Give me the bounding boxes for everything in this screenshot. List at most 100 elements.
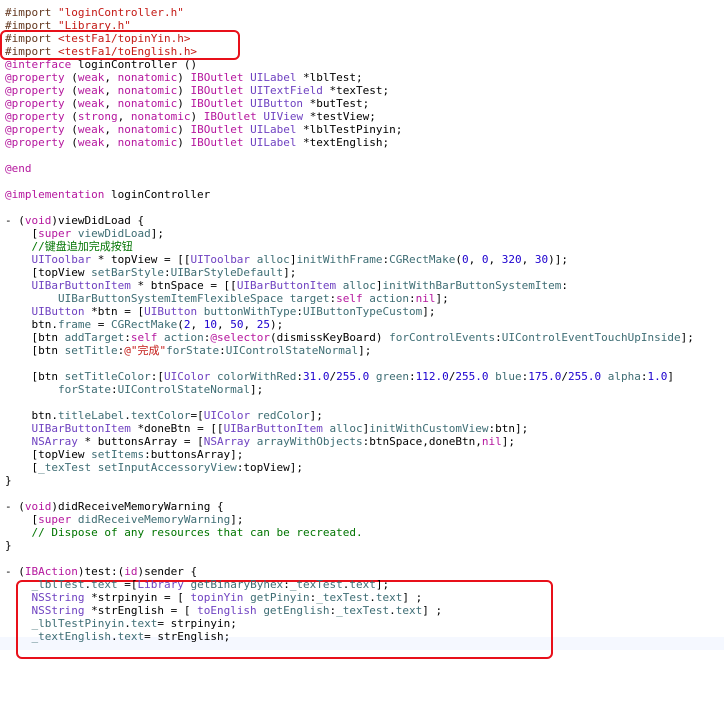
code-line[interactable]: //键盘追加完成按钮 [5,240,132,253]
code-token: ) [177,97,191,110]
code-line[interactable]: #import <testFa1/topinYin.h> [5,32,190,45]
code-token: ]; [358,344,372,357]
code-token: , [104,97,118,110]
code-token: [btn [5,370,65,383]
code-token: : [561,279,568,292]
code-line[interactable]: UIButton *btn = [UIButton buttonWithType… [5,305,436,318]
code-line[interactable]: - (void)viewDidLoad { [5,214,144,227]
code-line[interactable]: @property (weak, nonatomic) IBOutlet UIL… [5,71,363,84]
code-token: target [289,292,330,305]
code-line[interactable]: _textEnglish.text= strEnglish; [5,630,231,643]
code-line[interactable]: NSString *strEnglish = [ toEnglish getEn… [5,604,443,617]
code-line[interactable]: NSArray * buttonsArray = [NSArray arrayW… [5,435,516,448]
code-line[interactable]: UIBarButtonSystemItemFlexibleSpace targe… [5,292,449,305]
code-token: - ( [5,565,25,578]
code-token: , [216,318,231,331]
code-line[interactable]: @property (weak, nonatomic) IBOutlet UIL… [5,136,389,149]
code-line[interactable]: @property (strong, nonatomic) IBOutlet U… [5,110,376,123]
code-line[interactable]: @implementation loginController [5,188,210,201]
code-token: CGRectMake [110,318,178,331]
code-line[interactable]: } [5,474,12,487]
code-token: = strpinyin; [157,617,237,630]
code-token: nil [415,292,436,305]
code-line[interactable]: [super viewDidLoad]; [5,227,164,240]
code-token: 25 [256,318,270,331]
code-line[interactable]: _lblTestPinyin.text= strpinyin; [5,617,237,630]
code-line[interactable]: UIToolbar * topView = [[UIToolbar alloc]… [5,253,569,266]
code-token: text [117,630,145,643]
code-token: - ( [5,500,25,513]
code-line[interactable]: - (void)didReceiveMemoryWarning { [5,500,224,513]
code-token: initWithBarButtonSystemItem [382,279,562,292]
code-line[interactable]: UIBarButtonItem * btnSpace = [[UIBarButt… [5,279,568,292]
code-line[interactable]: [topView setBarStyle:UIBarStyleDefault]; [5,266,296,279]
code-line[interactable]: btn.titleLabel.textColor=[UIColor redCol… [5,409,322,422]
code-token: UIButton [31,305,85,318]
code-token: UIView [263,110,304,123]
code-token: 175.0 [528,370,562,383]
code-line[interactable]: [_texTest setInputAccessoryView:topView]… [5,461,303,474]
code-line[interactable]: NSString *strpinyin = [ topinYin getPiny… [5,591,423,604]
code-line[interactable]: @property (weak, nonatomic) IBOutlet UIL… [5,123,402,136]
code-token: _texTest [38,461,92,474]
code-token: // Dispose of any resources that can be … [5,526,363,539]
code-token: buttonWithType [203,305,297,318]
code-token: alpha [607,370,641,383]
code-token: #import [5,19,58,32]
code-token: @property [5,110,65,123]
code-token: setBarStyle [91,266,164,279]
code-token: @property [5,123,65,136]
code-line[interactable]: UIBarButtonItem *doneBtn = [[UIBarButton… [5,422,529,435]
code-line[interactable]: _lblTest.text =[Library getBinaryByhex:_… [5,578,390,591]
code-line[interactable]: @end [5,162,32,175]
code-token: loginController () [71,58,198,71]
code-token: UIButtonTypeCustom [303,305,423,318]
code-token: *btn = [ [84,305,145,318]
code-editor[interactable]: #import "loginController.h" #import "Libr… [0,0,724,714]
code-token: IBOutlet [190,123,244,136]
code-line[interactable]: #import "Library.h" [5,19,131,32]
code-token: , [104,84,118,97]
code-line[interactable]: forState:UIControlStateNormal]; [5,383,263,396]
code-token: , [521,253,535,266]
code-token: ) [177,123,191,136]
code-line[interactable]: btn.frame = CGRectMake(2, 10, 50, 25); [5,318,283,331]
code-token: weak [77,136,105,149]
code-token: getPinyin [250,591,310,604]
code-line[interactable]: // Dispose of any resources that can be … [5,526,363,539]
code-token: :btn]; [488,422,529,435]
code-token: (dismissKeyBoard) [269,331,390,344]
code-token: ]; [422,305,436,318]
code-line[interactable]: [btn setTitle:@"完成"forState:UIControlSta… [5,344,371,357]
code-line[interactable]: [super didReceiveMemoryWarning]; [5,513,243,526]
code-token: forState [57,383,111,396]
code-line[interactable]: #import <testFa1/toEnglish.h> [5,45,197,58]
code-line[interactable]: [btn addTarget:self action:@selector(dis… [5,331,693,344]
code-line[interactable]: #import "loginController.h" [5,6,184,19]
code-line[interactable]: - (IBAction)test:(id)sender { [5,565,197,578]
code-token: [btn [5,331,65,344]
code-line[interactable]: @interface loginController () [5,58,197,71]
code-token: . [110,630,118,643]
code-token: text [91,578,118,591]
code-token: UIToolbar [31,253,92,266]
code-token: "Library.h" [57,19,131,32]
code-token: #import [5,6,58,19]
code-line[interactable]: } [5,539,12,552]
code-token: } [5,474,12,487]
code-line[interactable]: @property (weak, nonatomic) IBOutlet UIT… [5,84,389,97]
code-line[interactable]: [topView setItems:buttonsArray]; [5,448,243,461]
code-token: forState [166,344,220,357]
code-token: _textEnglish [31,630,111,643]
code-token: : [219,344,226,357]
code-token: @property [5,136,65,149]
code-line[interactable]: @property (weak, nonatomic) IBOutlet UIB… [5,97,369,110]
code-line[interactable]: [btn setTitleColor:[UIColor colorWithRed… [5,370,674,383]
